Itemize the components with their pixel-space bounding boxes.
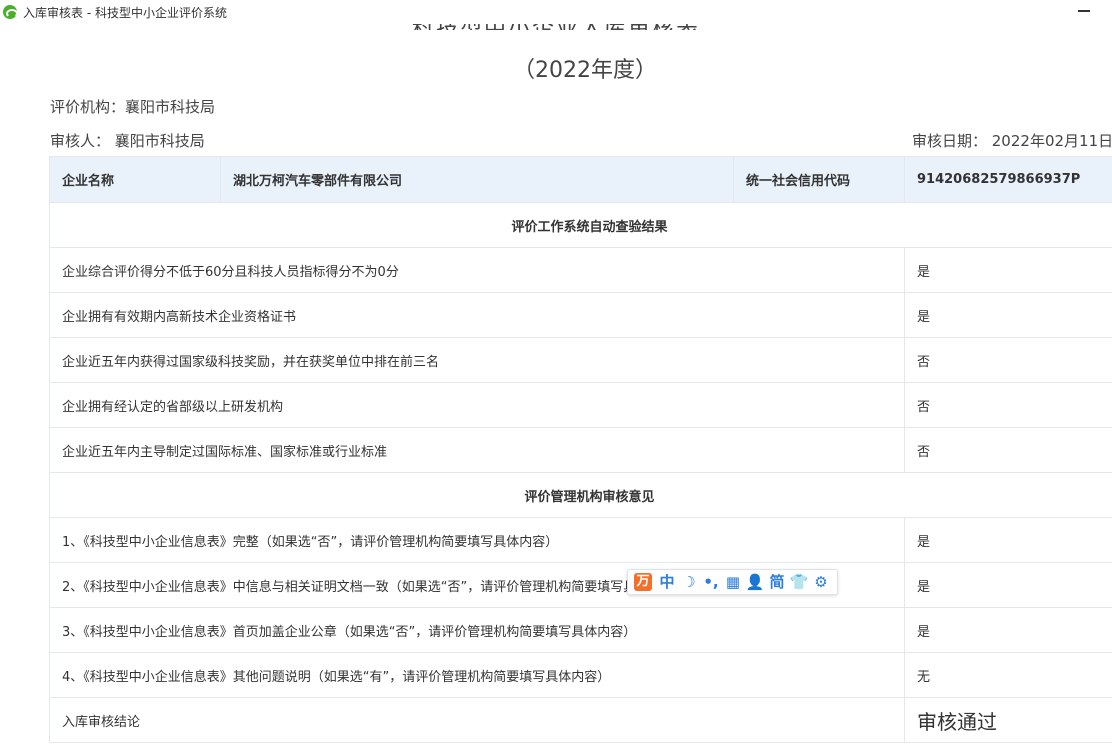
check-result: 是 (904, 292, 1112, 338)
window-titlebar: 入库审核表 - 科技型中小企业评价系统 (0, 0, 1112, 24)
ime-user-icon[interactable]: 👤 (744, 571, 766, 593)
ime-simplified-button[interactable]: 简 (766, 571, 788, 593)
table-row: 企业综合评价得分不低于60分且科技人员指标得分不为0分 是 (49, 247, 1112, 293)
table-row: 3、《科技型中小企业信息表》首页加盖企业公章（如果选“否”，请评价管理机构简要填… (49, 607, 1112, 653)
ime-toolbar[interactable]: 万 中 ☽ •, ▦ 👤 简 👕 ⚙ (627, 569, 838, 595)
section-title-review: 评价管理机构审核意见 (49, 472, 1112, 518)
review-result: 是 (904, 607, 1112, 653)
table-row: 2、《科技型中小企业信息表》中信息与相关证明文档一致（如果选“否”，请评价管理机… (49, 562, 1112, 608)
ime-skin-shirt-icon[interactable]: 👕 (788, 571, 810, 593)
conclusion-row: 入库审核结论 审核通过 (49, 697, 1112, 743)
check-result: 否 (904, 382, 1112, 428)
section-row-auto: 评价工作系统自动查验结果 (49, 202, 1112, 248)
check-result: 是 (904, 247, 1112, 293)
check-item: 企业近五年内主导制定过国际标准、国家标准或行业标准 (49, 427, 905, 473)
conclusion-value: 审核通过 (904, 697, 1112, 743)
page-subtitle-year: （2022年度） (513, 58, 657, 83)
check-result: 否 (904, 337, 1112, 383)
app-icon (3, 5, 18, 19)
review-item: 3、《科技型中小企业信息表》首页加盖企业公章（如果选“否”，请评价管理机构简要填… (49, 607, 905, 653)
review-date: 审核日期： 2022年02月11日 (912, 132, 1112, 150)
reviewer: 审核人： 襄阳市科技局 (50, 132, 205, 150)
table-row: 企业近五年内获得过国家级科技奖励，并在获奖单位中排在前三名 否 (49, 337, 1112, 383)
section-row-review: 评价管理机构审核意见 (49, 472, 1112, 518)
review-result: 无 (904, 652, 1112, 698)
table-row: 1、《科技型中小企业信息表》完整（如果选“否”，请评价管理机构简要填写具体内容）… (49, 517, 1112, 563)
check-item: 企业综合评价得分不低于60分且科技人员指标得分不为0分 (49, 247, 905, 293)
ime-punctuation-icon[interactable]: •, (700, 571, 722, 593)
credit-code-value: 91420682579866937P (904, 156, 1112, 203)
ime-logo-icon[interactable]: 万 (634, 573, 652, 591)
review-result: 是 (904, 562, 1112, 608)
ime-keyboard-icon[interactable]: ▦ (722, 571, 744, 593)
check-item: 企业拥有有效期内高新技术企业资格证书 (49, 292, 905, 338)
evaluation-org: 评价机构：襄阳市科技局 (50, 98, 216, 116)
credit-code-label: 统一社会信用代码 (733, 156, 905, 203)
review-result: 是 (904, 517, 1112, 563)
minimize-button[interactable] (1078, 10, 1090, 12)
ime-halfwidth-moon-icon[interactable]: ☽ (678, 571, 700, 593)
company-name-label: 企业名称 (49, 156, 221, 203)
check-item: 企业近五年内获得过国家级科技奖励，并在获奖单位中排在前三名 (49, 337, 905, 383)
table-row: 企业近五年内主导制定过国际标准、国家标准或行业标准 否 (49, 427, 1112, 473)
window-title: 入库审核表 - 科技型中小企业评价系统 (23, 5, 227, 20)
ime-chinese-mode-button[interactable]: 中 (656, 571, 678, 593)
table-row: 企业拥有经认定的省部级以上研发机构 否 (49, 382, 1112, 428)
review-item: 4、《科技型中小企业信息表》其他问题说明（如果选“有”，请评价管理机构简要填写具… (49, 652, 905, 698)
company-row: 企业名称 湖北万柯汽车零部件有限公司 统一社会信用代码 914206825798… (49, 156, 1112, 203)
table-row: 企业拥有有效期内高新技术企业资格证书 是 (49, 292, 1112, 338)
company-name-value: 湖北万柯汽车零部件有限公司 (220, 156, 734, 203)
conclusion-label: 入库审核结论 (49, 697, 905, 743)
audit-table: 企业名称 湖北万柯汽车零部件有限公司 统一社会信用代码 914206825798… (49, 156, 1112, 743)
review-item: 1、《科技型中小企业信息表》完整（如果选“否”，请评价管理机构简要填写具体内容） (49, 517, 905, 563)
section-title-auto-check: 评价工作系统自动查验结果 (49, 202, 1112, 248)
table-row: 4、《科技型中小企业信息表》其他问题说明（如果选“有”，请评价管理机构简要填写具… (49, 652, 1112, 698)
check-item: 企业拥有经认定的省部级以上研发机构 (49, 382, 905, 428)
check-result: 否 (904, 427, 1112, 473)
ime-settings-gear-icon[interactable]: ⚙ (810, 571, 832, 593)
